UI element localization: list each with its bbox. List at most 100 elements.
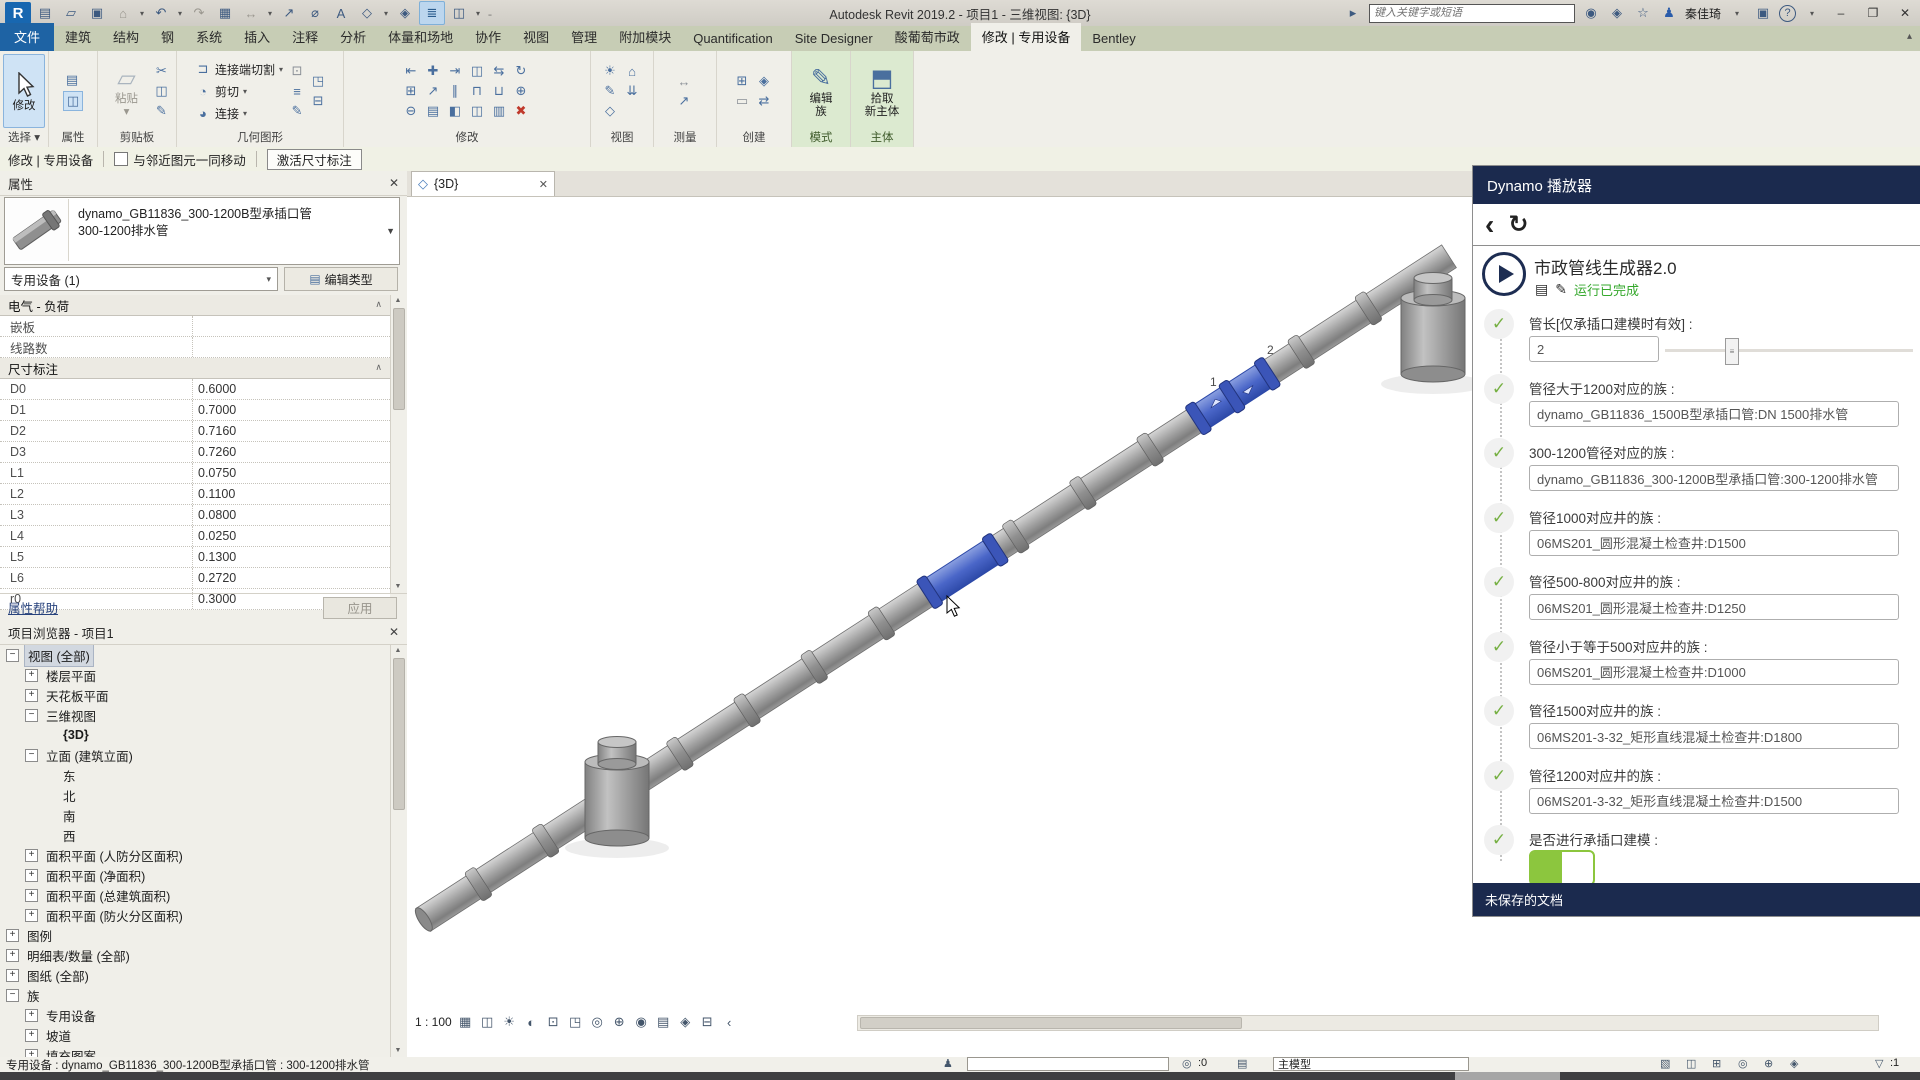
design-options-icon[interactable]: ▤ bbox=[1237, 1057, 1247, 1070]
expand-icon[interactable]: + bbox=[25, 1029, 38, 1042]
demolish-icon[interactable]: ⊟ bbox=[309, 92, 327, 110]
offset-icon[interactable]: ⇥ bbox=[446, 62, 464, 80]
section-icon[interactable]: ◈ bbox=[393, 2, 417, 24]
type-selector[interactable]: dynamo_GB11836_300-1200B型承插口管 300-1200排水… bbox=[4, 197, 400, 265]
tree-item-label[interactable]: 楼层平面 bbox=[43, 665, 99, 686]
pick-new-host-button[interactable]: ⬒拾取新主体 bbox=[859, 55, 905, 127]
paste-button[interactable]: ▱粘贴▾ bbox=[104, 55, 150, 127]
ribbon-tab--[interactable]: 附加模块 bbox=[608, 23, 682, 51]
join-icon[interactable]: ◫ bbox=[468, 102, 486, 120]
thin-lines-icon[interactable]: ≣ bbox=[419, 1, 445, 25]
copy-icon[interactable]: ◫ bbox=[153, 82, 171, 100]
tag-icon[interactable]: ⌀ bbox=[303, 2, 327, 24]
press-drag-icon[interactable]: ⊞ bbox=[1712, 1057, 1721, 1070]
property-row[interactable]: L50.1300 bbox=[0, 547, 390, 568]
dropdown-caret-icon[interactable]: ▾ bbox=[137, 2, 147, 24]
tree-item[interactable]: +天花板平面 bbox=[0, 685, 390, 705]
properties-close-icon[interactable]: ✕ bbox=[389, 176, 399, 190]
analytical-icon[interactable]: ⊟ bbox=[699, 1014, 716, 1031]
communication-center-icon[interactable]: ◈ bbox=[1607, 3, 1627, 23]
pin-icon[interactable]: ⊕ bbox=[512, 82, 530, 100]
properties-palette-icon[interactable]: ◫ bbox=[63, 91, 83, 111]
3d-caret-icon[interactable]: ▾ bbox=[381, 2, 391, 24]
property-row[interactable]: L10.0750 bbox=[0, 463, 390, 484]
property-value[interactable]: 0.2720 bbox=[192, 568, 390, 588]
scrollbar-thumb[interactable] bbox=[860, 1017, 1242, 1029]
selected-pipe-segment-b[interactable] bbox=[1185, 357, 1282, 436]
ribbon-tab--[interactable]: 系统 bbox=[185, 23, 233, 51]
exclude-options-icon[interactable]: ◫ bbox=[1686, 1057, 1696, 1070]
customize-qat-icon[interactable]: ₌ bbox=[485, 2, 495, 24]
trim-icon[interactable]: ⊓ bbox=[468, 82, 486, 100]
tree-item-label[interactable]: 立面 (建筑立面) bbox=[43, 745, 136, 766]
tree-item[interactable]: −三维视图 bbox=[0, 705, 390, 725]
scroll-down-icon[interactable]: ▼ bbox=[391, 581, 405, 593]
slider-handle[interactable]: ≡ bbox=[1725, 338, 1739, 365]
visual-style-icon[interactable]: ☀ bbox=[501, 1014, 518, 1031]
tree-item[interactable]: +面积平面 (人防分区面积) bbox=[0, 845, 390, 865]
tree-item[interactable]: + 专用设备 bbox=[0, 1005, 390, 1025]
expand-icon[interactable]: + bbox=[25, 1009, 38, 1022]
signed-in-user[interactable]: 秦佳琦 bbox=[1685, 5, 1721, 22]
ribbon-tab--[interactable]: 协作 bbox=[464, 23, 512, 51]
render-icon[interactable]: ⌂ bbox=[623, 62, 641, 80]
expand-icon[interactable]: + bbox=[6, 969, 19, 982]
app-store-cart-icon[interactable]: ▣ bbox=[1753, 3, 1773, 23]
apply-button[interactable]: 应用 bbox=[323, 597, 397, 619]
property-value[interactable] bbox=[192, 316, 390, 336]
paint-surface-icon[interactable]: ◧ bbox=[446, 102, 464, 120]
selection-filter-icon[interactable]: ▽ bbox=[1875, 1057, 1883, 1070]
family-types-icon[interactable]: ▤ bbox=[63, 71, 81, 89]
help-search-input[interactable] bbox=[1369, 4, 1575, 23]
tree-item-label[interactable]: 北 bbox=[60, 785, 79, 806]
property-value[interactable]: 0.6000 bbox=[192, 379, 390, 399]
dynamo-player-title-bar[interactable]: Dynamo 播放器 bbox=[1473, 166, 1920, 204]
select-pinned-icon[interactable]: ⊕ bbox=[1764, 1057, 1773, 1070]
tree-item[interactable]: +面积平面 (净面积) bbox=[0, 865, 390, 885]
redo-icon[interactable]: ↷ bbox=[187, 2, 211, 24]
ribbon-collapse-icon[interactable]: ▴ bbox=[1907, 31, 1912, 42]
collapse-icon[interactable]: − bbox=[25, 709, 38, 722]
dynamo-input-field[interactable] bbox=[1529, 723, 1899, 749]
property-row[interactable]: 线路数 bbox=[0, 337, 390, 358]
expand-icon[interactable]: + bbox=[25, 849, 38, 862]
cut-geometry-button[interactable]: ◔剪切▾ bbox=[193, 81, 285, 102]
scale-label[interactable]: 1 : 100 bbox=[415, 1015, 452, 1029]
graphics-override-icon[interactable]: ✎ bbox=[601, 82, 619, 100]
undo-caret-icon[interactable]: ▾ bbox=[175, 2, 185, 24]
property-row[interactable]: L20.1100 bbox=[0, 484, 390, 505]
save-icon[interactable]: ▣ bbox=[85, 2, 109, 24]
view-tab-close-icon[interactable]: ✕ bbox=[539, 178, 548, 191]
default-3d-view-icon[interactable]: ◇ bbox=[355, 2, 379, 24]
tree-item-label[interactable]: 专用设备 bbox=[43, 1005, 99, 1026]
create-parts-icon[interactable]: ▭ bbox=[733, 92, 751, 110]
tree-item-label[interactable]: 视图 (全部) bbox=[24, 645, 94, 667]
property-value[interactable]: 0.0750 bbox=[192, 463, 390, 483]
cut-icon[interactable]: ✂ bbox=[153, 62, 171, 80]
mirror-icon[interactable]: ⇆ bbox=[490, 62, 508, 80]
properties-icon[interactable]: ▤ bbox=[33, 2, 57, 24]
windows-caret-icon[interactable]: ▾ bbox=[473, 2, 483, 24]
editable-only-icon[interactable]: ▧ bbox=[1660, 1057, 1670, 1070]
cope-icon[interactable]: ◳ bbox=[309, 72, 327, 90]
property-row[interactable]: D30.7260 bbox=[0, 442, 390, 463]
tree-item-label[interactable]: 面积平面 (净面积) bbox=[43, 865, 148, 886]
measure-caret-icon[interactable]: ▾ bbox=[265, 2, 275, 24]
tree-item-label[interactable]: 西 bbox=[60, 825, 79, 846]
tree-item-label[interactable]: 南 bbox=[60, 805, 79, 826]
delete-icon[interactable]: ✖ bbox=[512, 102, 530, 120]
move-with-nearby-checkbox[interactable] bbox=[114, 152, 128, 166]
property-section-header[interactable]: 电气 - 负荷∧ bbox=[0, 295, 390, 316]
sun-path-icon[interactable]: ◐ bbox=[523, 1014, 540, 1031]
property-value[interactable]: 0.1300 bbox=[192, 547, 390, 567]
tree-item-label[interactable]: {3D} bbox=[60, 727, 92, 743]
move-icon[interactable]: ✚ bbox=[424, 62, 442, 80]
type-selector-caret-icon[interactable]: ▼ bbox=[386, 226, 395, 236]
tree-item-label[interactable]: 面积平面 (总建筑面积) bbox=[43, 885, 173, 906]
ribbon-tab-file[interactable]: 文件 bbox=[0, 23, 54, 51]
category-filter-select[interactable]: 专用设备 (1)▾ bbox=[4, 267, 278, 291]
tree-item-label[interactable]: 面积平面 (防火分区面积) bbox=[43, 905, 186, 926]
create-group-icon[interactable]: ⊞ bbox=[733, 72, 751, 90]
wall-icon[interactable]: ▥ bbox=[490, 102, 508, 120]
ribbon-tab-bentley[interactable]: Bentley bbox=[1081, 27, 1146, 51]
